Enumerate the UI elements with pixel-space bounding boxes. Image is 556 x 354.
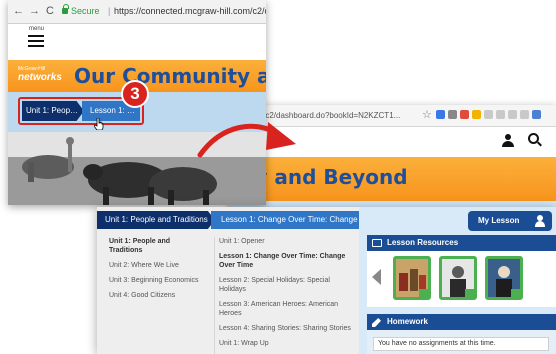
unit-item[interactable]: Unit 2: Where We Live <box>109 261 204 270</box>
homework-message: You have no assignments at this time. <box>373 337 549 351</box>
prev-arrow-icon[interactable] <box>372 269 381 285</box>
lesson-item[interactable]: Lesson 3: American Heroes: American Hero… <box>219 300 354 318</box>
networks-logo: McGraw-Hill networks <box>18 66 62 86</box>
lesson-item[interactable]: Lesson 1: Change Over Time: Change Over … <box>219 252 354 270</box>
url-separator: | <box>108 6 111 16</box>
secure-label: Secure <box>71 6 100 16</box>
extension-icon[interactable] <box>484 110 493 119</box>
lesson-item[interactable]: Unit 1: Opener <box>219 237 354 246</box>
hand-cursor-icon <box>94 118 104 130</box>
menu-area: menu <box>8 24 266 60</box>
lesson-resources-heading: Lesson Resources <box>367 235 556 251</box>
breadcrumb-unit[interactable]: Unit 1: People and Traditions <box>97 211 215 229</box>
lesson-navigator: Unit 1: People and Traditions Lesson 1: … <box>97 207 359 354</box>
resource-thumbnail[interactable] <box>439 256 477 300</box>
extension-icon[interactable] <box>508 110 517 119</box>
unit-item[interactable]: Unit 4: Good Citizens <box>109 291 204 300</box>
title-banner: ity and Beyond <box>230 157 556 201</box>
lesson-item[interactable]: Unit 1: Wrap Up <box>219 339 354 348</box>
historic-farm-photo <box>8 132 266 205</box>
breadcrumb-lesson[interactable]: Lesson 1: Change Over Time: Change ... <box>211 211 359 229</box>
address-bar[interactable]: com/c2/dashboard.do?bookId=N2KZCT1... ☆ <box>230 105 556 127</box>
original-browser-window: ← → C Secure | https://connected.mcgraw-… <box>8 0 266 205</box>
extension-icon[interactable] <box>496 110 505 119</box>
screenshot-collage: com/c2/dashboard.do?bookId=N2KZCT1... ☆ … <box>0 0 556 354</box>
my-lesson-user-icon <box>535 215 545 227</box>
extension-icon[interactable] <box>472 110 481 119</box>
horses-plowing-illustration <box>8 132 266 205</box>
user-icon[interactable] <box>502 134 514 148</box>
lock-icon <box>62 4 69 14</box>
lesson-item[interactable]: Lesson 4: Sharing Stories: Sharing Stori… <box>219 324 354 333</box>
resources-icon <box>372 239 382 247</box>
extension-icon[interactable] <box>520 110 529 119</box>
extension-icon[interactable] <box>448 110 457 119</box>
unit-item[interactable]: Unit 1: People and Traditions <box>109 237 204 255</box>
reload-button[interactable]: C <box>46 5 54 17</box>
banner-title: Our Community and Be <box>74 64 266 88</box>
extension-icon[interactable] <box>532 110 541 119</box>
lesson-list: Unit 1: Opener Lesson 1: Change Over Tim… <box>214 237 354 354</box>
hamburger-icon[interactable] <box>28 35 44 47</box>
unit-list: Unit 1: People and Traditions Unit 2: Wh… <box>109 237 204 306</box>
browser-toolbar: ← → C Secure | https://connected.mcgraw-… <box>8 0 266 24</box>
resources-carousel <box>367 251 556 307</box>
url-text[interactable]: com/c2/dashboard.do?bookId=N2KZCT1... <box>248 109 418 123</box>
bookmark-star-icon[interactable]: ☆ <box>422 108 432 121</box>
dashboard-panel: Unit 1: People and Traditions Lesson 1: … <box>97 207 556 354</box>
extension-icon[interactable] <box>460 110 469 119</box>
homework-heading: Homework <box>367 314 556 330</box>
search-icon[interactable] <box>528 133 539 144</box>
back-button[interactable]: ← <box>13 5 24 17</box>
url-text[interactable]: https://connected.mcgraw-hill.com/c2/das… <box>114 6 266 17</box>
resource-thumbnail[interactable] <box>393 256 431 300</box>
resource-thumbnail[interactable] <box>485 256 523 300</box>
forward-button[interactable]: → <box>29 5 40 17</box>
site-header <box>230 127 556 157</box>
resources-column: My Lesson Lesson Resources Homework You … <box>367 207 556 354</box>
menu-label: menu <box>29 26 45 32</box>
extension-icons <box>436 110 541 119</box>
step-badge: 3 <box>121 80 149 108</box>
extension-icon[interactable] <box>436 110 445 119</box>
unit-item[interactable]: Unit 3: Beginning Economics <box>109 276 204 285</box>
lesson-item[interactable]: Lesson 2: Special Holidays: Special Holi… <box>219 276 354 294</box>
homework-panel: You have no assignments at this time. <box>367 330 556 354</box>
logo-wordmark: networks <box>18 72 62 83</box>
